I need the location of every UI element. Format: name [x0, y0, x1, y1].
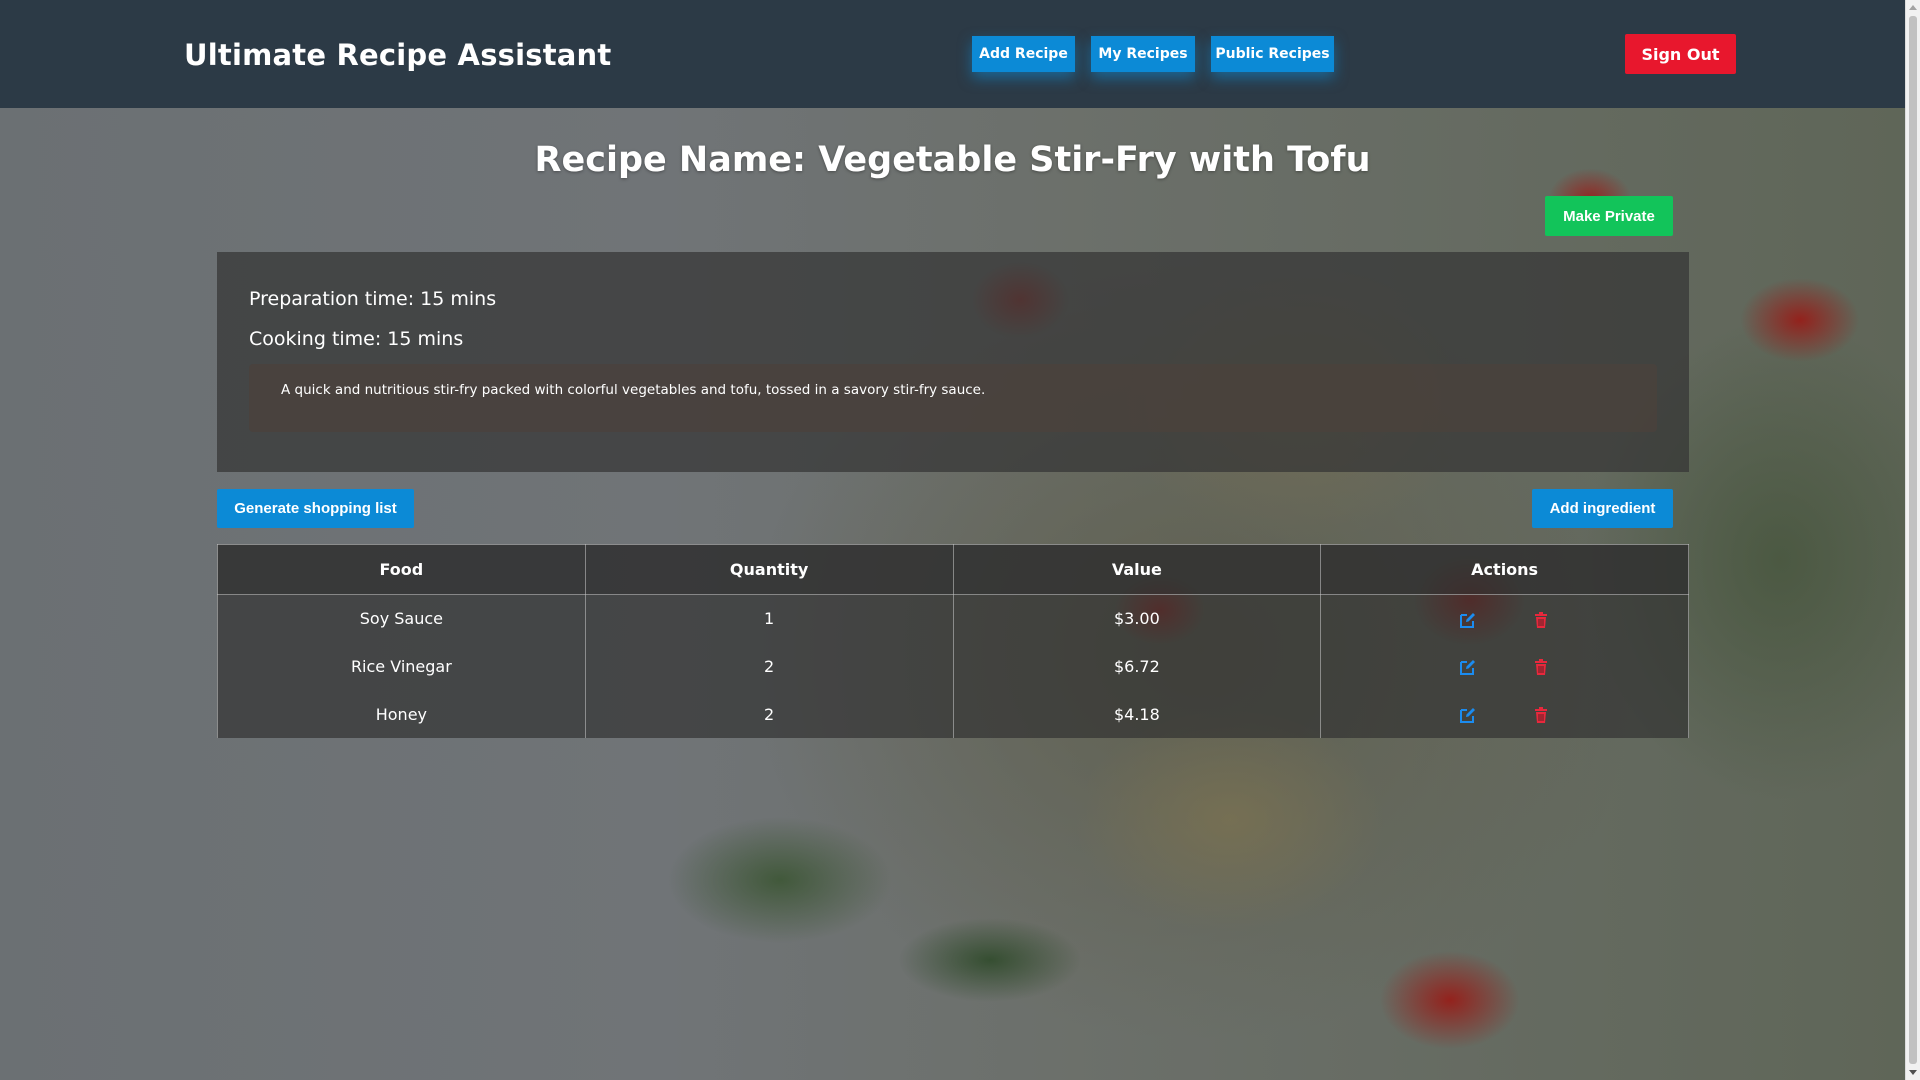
table-row: Soy Sauce 1 $3.00 — [217, 594, 1689, 643]
scroll-up-arrow-icon[interactable] — [1909, 5, 1917, 10]
cell-quantity: 2 — [584, 690, 954, 738]
scrollbar-thumb[interactable] — [1909, 16, 1917, 1064]
column-header-food: Food — [217, 544, 586, 595]
cell-value: $6.72 — [952, 642, 1322, 691]
cooking-time: Cooking time: 15 mins — [249, 328, 464, 350]
sign-out-button[interactable]: Sign Out — [1625, 34, 1736, 74]
add-ingredient-button[interactable]: Add ingredient — [1532, 489, 1673, 528]
trash-icon[interactable] — [1532, 611, 1550, 629]
column-header-actions: Actions — [1320, 544, 1689, 595]
recipe-description: A quick and nutritious stir-fry packed w… — [281, 382, 986, 398]
table-row: Rice Vinegar 2 $6.72 — [217, 642, 1689, 691]
scroll-down-arrow-icon[interactable] — [1909, 1070, 1917, 1075]
cell-quantity: 1 — [584, 594, 954, 643]
table-row: Honey 2 $4.18 — [217, 690, 1689, 738]
vertical-scrollbar[interactable] — [1905, 0, 1920, 1080]
cell-food: Soy Sauce — [217, 594, 586, 643]
edit-icon[interactable] — [1459, 658, 1477, 676]
recipe-title: Recipe Name: Vegetable Stir-Fry with Tof… — [534, 140, 1371, 180]
edit-icon[interactable] — [1459, 611, 1477, 629]
preparation-time: Preparation time: 15 mins — [249, 288, 497, 310]
trash-icon[interactable] — [1532, 706, 1550, 724]
table-header-row: Food Quantity Value Actions — [217, 544, 1689, 595]
top-navbar: Ultimate Recipe Assistant Add Recipe My … — [0, 0, 1905, 108]
edit-icon[interactable] — [1459, 706, 1477, 724]
cell-actions — [1320, 642, 1689, 691]
description-box: A quick and nutritious stir-fry packed w… — [249, 364, 1657, 432]
nav-add-recipe-button[interactable]: Add Recipe — [972, 36, 1075, 72]
app-brand[interactable]: Ultimate Recipe Assistant — [184, 38, 611, 72]
cell-food: Honey — [217, 690, 586, 738]
nav-public-recipes-button[interactable]: Public Recipes — [1211, 36, 1334, 72]
cell-actions — [1320, 594, 1689, 643]
trash-icon[interactable] — [1532, 658, 1550, 676]
cell-value: $4.18 — [952, 690, 1322, 738]
cell-food: Rice Vinegar — [217, 642, 586, 691]
ingredients-table: Food Quantity Value Actions Soy Sauce 1 … — [217, 544, 1689, 738]
nav-my-recipes-button[interactable]: My Recipes — [1091, 36, 1195, 72]
column-header-quantity: Quantity — [584, 544, 954, 595]
cell-actions — [1320, 690, 1689, 738]
recipe-info-panel: Preparation time: 15 mins Cooking time: … — [217, 252, 1689, 472]
cell-quantity: 2 — [584, 642, 954, 691]
generate-shopping-list-button[interactable]: Generate shopping list — [217, 489, 414, 528]
column-header-value: Value — [952, 544, 1322, 595]
make-private-button[interactable]: Make Private — [1545, 196, 1673, 236]
cell-value: $3.00 — [952, 594, 1322, 643]
